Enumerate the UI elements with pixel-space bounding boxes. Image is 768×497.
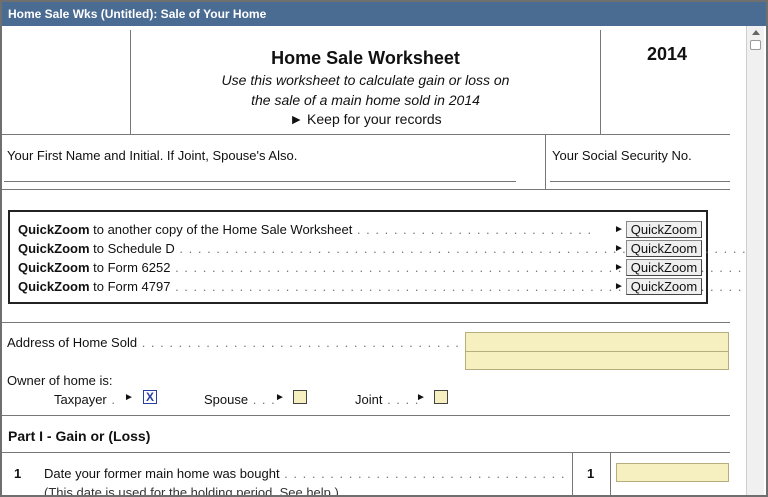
- window-title: Home Sale Wks (Untitled): Sale of Your H…: [8, 7, 267, 21]
- arrow-icon: ►: [614, 262, 624, 273]
- keep-records-note: ► Keep for your records: [289, 111, 442, 127]
- joint-checkbox[interactable]: [434, 390, 448, 404]
- form-subtitle-line1: Use this worksheet to calculate gain or …: [221, 72, 510, 88]
- ssn-field[interactable]: [550, 181, 730, 182]
- ssn-label: Your Social Security No.: [552, 148, 692, 163]
- taxpayer-option-label: Taxpayer .: [54, 392, 116, 407]
- line1-label-row: Date your former main home was bought . …: [44, 466, 569, 481]
- tax-year: 2014: [646, 44, 688, 64]
- part1-title: Part I - Gain or (Loss): [8, 428, 151, 444]
- divider: [610, 452, 611, 495]
- quickzoom-row-bold: QuickZoom: [18, 279, 90, 294]
- divider: [2, 322, 730, 323]
- quickzoom-row-worksheet: QuickZoom to another copy of the Home Sa…: [18, 222, 592, 240]
- spouse-option-label: Spouse . . .: [204, 392, 276, 407]
- divider: [572, 452, 573, 495]
- quickzoom-button-form-6252[interactable]: QuickZoom: [626, 259, 702, 276]
- owner-label: Owner of home is:: [7, 373, 113, 388]
- line1-label: Date your former main home was bought: [44, 466, 280, 481]
- quickzoom-box: QuickZoom to another copy of the Home Sa…: [8, 210, 746, 304]
- arrow-icon: ►: [275, 392, 285, 403]
- header-center-cell: Home Sale Worksheet Use this worksheet t…: [131, 30, 601, 134]
- joint-option-label: Joint . . . .: [355, 392, 419, 407]
- divider: [545, 134, 546, 190]
- divider: [2, 189, 730, 190]
- leader-dots: . . . . . . . . . . . . . . . . . . . . …: [284, 466, 569, 481]
- quickzoom-row-text: to Schedule D: [89, 241, 175, 256]
- quickzoom-button-worksheet[interactable]: QuickZoom: [626, 221, 702, 238]
- quickzoom-row-text: to Form 6252: [89, 260, 171, 275]
- quickzoom-button-schedule-d[interactable]: QuickZoom: [626, 240, 702, 257]
- leader-dots: . . . . . . . . . . . . . . . . . . . . …: [141, 335, 467, 350]
- divider: [2, 134, 730, 135]
- header-left-cell: [4, 30, 131, 134]
- name-field[interactable]: [4, 181, 516, 182]
- arrow-icon: ►: [614, 281, 624, 292]
- date-bought-input[interactable]: [616, 463, 729, 482]
- scroll-thumb[interactable]: [750, 40, 761, 50]
- address-label: Address of Home Sold: [7, 335, 138, 350]
- line1-note: (This date is used for the holding perio…: [44, 485, 339, 495]
- arrow-icon: ►: [124, 392, 134, 403]
- line-box-number: 1: [587, 466, 595, 481]
- address-label-row: Address of Home Sold . . . . . . . . . .…: [7, 335, 467, 350]
- form-title: Home Sale Worksheet: [271, 48, 460, 68]
- leader-dots: . . . .: [382, 392, 420, 407]
- spouse-checkbox[interactable]: [293, 390, 307, 404]
- divider: [2, 452, 730, 453]
- arrow-icon: ►: [416, 392, 426, 403]
- joint-label: Joint: [355, 392, 383, 407]
- quickzoom-row-text: to another copy of the Home Sale Workshe…: [89, 222, 353, 237]
- arrow-icon: ►: [614, 243, 624, 254]
- leader-dots: . . .: [248, 392, 276, 407]
- quickzoom-row-bold: QuickZoom: [18, 222, 90, 237]
- quickzoom-row-text: to Form 4797: [89, 279, 171, 294]
- taxpayer-checkbox[interactable]: X: [143, 390, 157, 404]
- address-line2-input[interactable]: [465, 351, 729, 370]
- divider: [2, 415, 730, 416]
- quickzoom-row-bold: QuickZoom: [18, 241, 90, 256]
- taxpayer-label: Taxpayer: [54, 392, 107, 407]
- leader-dots: . . . . . . . . . . . . . . . . . . . . …: [352, 222, 593, 237]
- quickzoom-button-form-4797[interactable]: QuickZoom: [626, 278, 702, 295]
- scroll-up-arrow-icon[interactable]: [750, 28, 762, 38]
- spouse-label: Spouse: [204, 392, 249, 407]
- quickzoom-row-bold: QuickZoom: [18, 260, 90, 275]
- window-title-bar: Home Sale Wks (Untitled): Sale of Your H…: [2, 2, 766, 26]
- name-label: Your First Name and Initial. If Joint, S…: [7, 148, 298, 163]
- worksheet-form: Home Sale Worksheet Use this worksheet t…: [2, 26, 746, 495]
- address-line1-input[interactable]: [465, 332, 729, 352]
- vertical-scrollbar[interactable]: [746, 26, 764, 495]
- leader-dots: .: [106, 392, 116, 407]
- line-number: 1: [14, 466, 22, 481]
- form-subtitle-line2: the sale of a main home sold in 2014: [251, 92, 480, 108]
- arrow-icon: ►: [614, 224, 624, 235]
